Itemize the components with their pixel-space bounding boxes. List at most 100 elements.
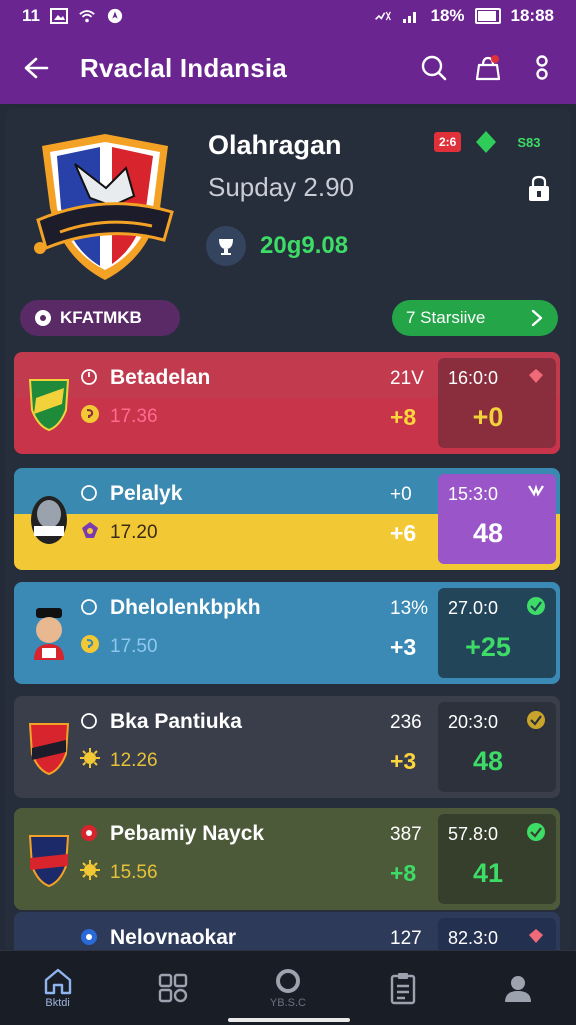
back-button[interactable] (18, 50, 54, 86)
match-odds: 15.56 (110, 862, 158, 883)
match-value: +0 (390, 484, 412, 505)
filter-chip[interactable]: KFATMKB (20, 300, 180, 336)
score-row: 20g9.08 (206, 226, 348, 266)
page-title: Rvaclal Indansia (80, 52, 287, 83)
match-time: 15:3:0 (448, 484, 499, 504)
clock-icon (80, 368, 98, 386)
grid-icon (158, 973, 187, 1003)
status-left: 11 (22, 6, 124, 26)
nav-home-label: Bktdi (45, 997, 70, 1009)
user-icon (505, 976, 532, 1002)
bag-button[interactable] (472, 52, 504, 84)
match-name: Nelovnaokar (110, 926, 237, 949)
match-odds: 17.20 (110, 522, 158, 543)
nav-live[interactable]: YB.S.C (243, 958, 333, 1018)
match-card[interactable]: Pebamiy Nayck 15.56 387 +8 57.8:0 41 (14, 808, 560, 910)
match-value: 21V (390, 368, 424, 389)
match-odds: 17.50 (110, 636, 158, 657)
match-change: +6 (390, 520, 417, 546)
match-score: 48 (472, 518, 504, 548)
home-indicator (228, 1018, 350, 1022)
match-score: 41 (472, 858, 504, 888)
signal-icon (403, 12, 417, 23)
home-icon (44, 968, 71, 995)
match-odds: 12.26 (110, 750, 158, 771)
match-score: 48 (472, 746, 504, 776)
match-change: +3 (390, 634, 417, 660)
match-change: +3 (390, 748, 417, 774)
mute-icon (375, 11, 392, 21)
match-name: Dhelolenkbpkh (110, 596, 261, 619)
match-time: 82.3:0 (448, 928, 499, 948)
filter-chip-label: KFATMKB (60, 308, 142, 327)
search-icon (421, 55, 447, 81)
points-value: S83 (517, 134, 541, 150)
team-subtitle: Supday 2.90 (208, 172, 355, 202)
team-logo (26, 490, 72, 548)
status-time: 11 (22, 6, 40, 25)
wifi-icon (79, 10, 95, 23)
chevron-right-icon (531, 309, 543, 327)
match-card[interactable]: Dhelolenkbpkh 17.50 13% +3 27.0:0 +25 (14, 582, 560, 684)
match-card[interactable]: Betadelan 17.36 21V +8 16:0:0 +0 (14, 352, 560, 454)
nav-grid[interactable] (128, 958, 218, 1018)
check-circle-icon (526, 596, 546, 616)
match-time: 57.8:0 (448, 824, 499, 844)
match-card[interactable]: Bka Pantiuka 12.26 236 +3 20:3:0 48 (14, 696, 560, 798)
diamond-icon (526, 366, 546, 386)
standings-label: 7 Starsiive (406, 308, 486, 327)
diamond-icon (476, 131, 497, 153)
app-bar-actions (418, 52, 558, 84)
standings-button[interactable]: 7 Starsiive (392, 300, 558, 336)
location-icon (107, 8, 123, 24)
match-time: 20:3:0 (448, 712, 499, 732)
team-logo (26, 934, 72, 950)
circle-icon (80, 484, 98, 502)
nav-clipboard[interactable] (358, 958, 448, 1018)
main-content: Olahragan Supday 2.90 20g9.08 2:6 S83 KF… (0, 104, 576, 950)
bag-icon (475, 55, 501, 81)
team-score: 20g9.08 (260, 232, 349, 259)
match-score: +0 (472, 402, 504, 432)
team-logo (26, 374, 72, 432)
nav-profile[interactable] (473, 958, 563, 1018)
match-change: +8 (390, 860, 417, 886)
check-circle-icon (526, 822, 546, 842)
status-right: 18% 18:88 (374, 6, 554, 26)
team-logo (26, 830, 72, 888)
header-badges: 2:6 S83 (434, 130, 540, 154)
match-score: +25 (465, 632, 511, 662)
coin-icon (80, 634, 100, 654)
match-value: 127 (390, 928, 422, 949)
battery-percent: 18% (430, 6, 465, 25)
bottom-nav: Bktdi YB.S.C (0, 950, 576, 1025)
status-clock: 18:88 (510, 6, 554, 25)
app-bar: Rvaclal Indansia (0, 32, 576, 104)
arrow-left-icon (24, 57, 49, 79)
live-badge: 2:6 (434, 132, 462, 152)
gear-icon (35, 310, 51, 326)
search-button[interactable] (418, 52, 450, 84)
team-logo (26, 718, 72, 776)
more-button[interactable] (526, 52, 558, 84)
lock-button[interactable] (524, 174, 554, 204)
status-bar: 11 18% 18:88 (0, 0, 576, 32)
match-card[interactable]: Nelovnaokar 127 82.3:0 (14, 912, 560, 950)
match-value: 13% (390, 598, 429, 619)
nav-home[interactable]: Bktdi (13, 958, 103, 1018)
badge-icon (80, 824, 98, 842)
match-value: 236 (390, 712, 422, 733)
sun-icon (80, 748, 100, 768)
match-card[interactable]: Pelalyk 17.20 +0 +6 15:3:0 48 (14, 468, 560, 570)
circle-icon (80, 598, 98, 616)
team-panel: Olahragan Supday 2.90 20g9.08 2:6 S83 KF… (6, 108, 570, 950)
check-circle-icon (526, 710, 546, 730)
match-name: Pelalyk (110, 482, 183, 505)
gallery-icon (49, 8, 68, 24)
crown-icon (526, 482, 546, 502)
team-name: Olahragan (208, 130, 342, 160)
battery-icon (474, 8, 501, 24)
ring-icon (275, 969, 300, 993)
match-odds: 17.36 (110, 406, 158, 427)
shield-icon (80, 520, 100, 540)
